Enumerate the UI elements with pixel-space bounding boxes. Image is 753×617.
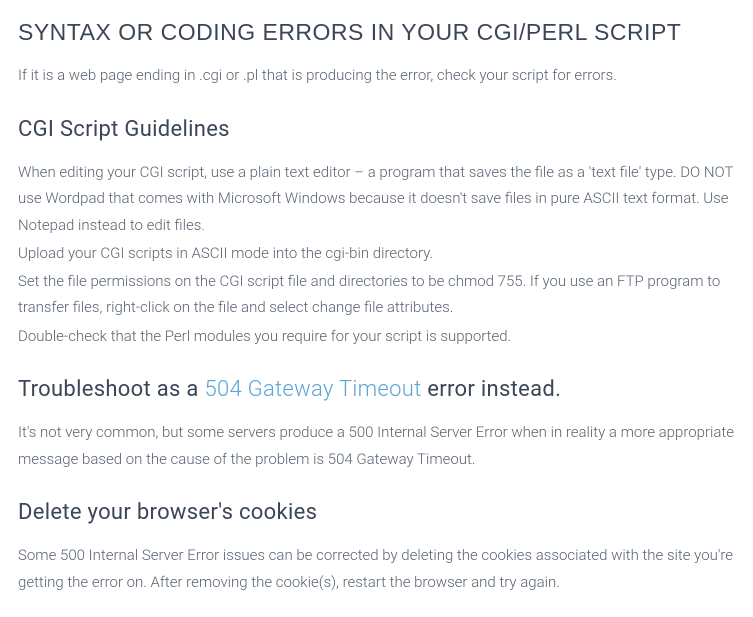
cgi-p1: When editing your CGI script, use a plai… [18,159,735,238]
page-heading: SYNTAX OR CODING ERRORS IN YOUR CGI/PERL… [18,12,735,52]
cgi-p4: Double-check that the Perl modules you r… [18,323,735,349]
intro-text: If it is a web page ending in .cgi or .p… [18,62,735,88]
cgi-p3: Set the file permissions on the CGI scri… [18,268,735,321]
heading-pre: Troubleshoot as a [18,377,204,402]
section-heading-cookies: Delete your browser's cookies [18,494,735,533]
section-heading-cgi: CGI Script Guidelines [18,111,735,150]
heading-post: error instead. [422,377,562,402]
troubleshoot-p1: It's not very common, but some servers p… [18,419,735,472]
cgi-p2: Upload your CGI scripts in ASCII mode in… [18,240,735,266]
gateway-timeout-link[interactable]: 504 Gateway Timeout [204,377,421,402]
cookies-p1: Some 500 Internal Server Error issues ca… [18,542,735,595]
section-heading-troubleshoot: Troubleshoot as a 504 Gateway Timeout er… [18,371,735,410]
